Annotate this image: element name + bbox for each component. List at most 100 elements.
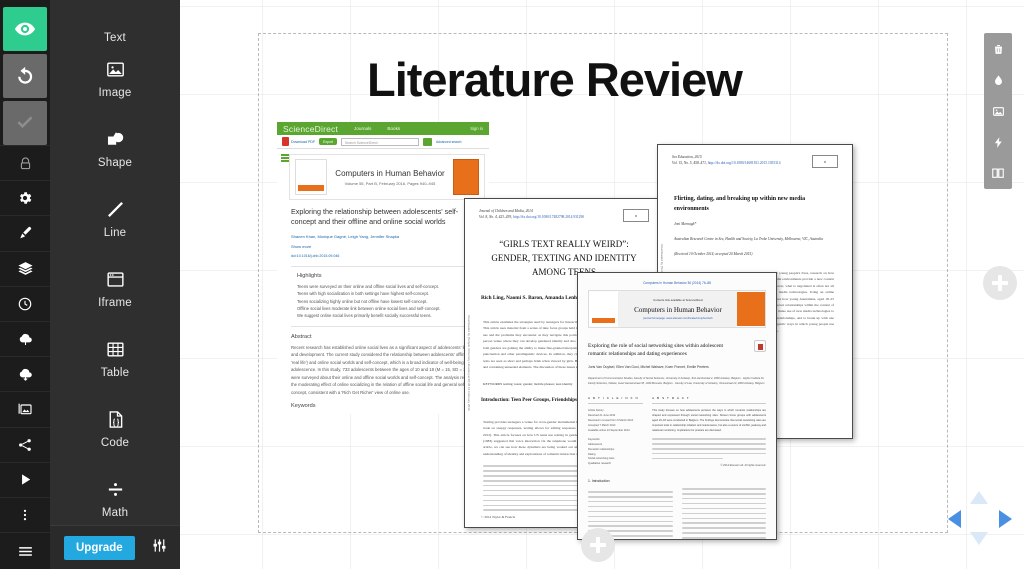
sd-search-input[interactable]: Search ScienceDirect — [340, 137, 419, 146]
line-icon — [107, 202, 123, 217]
droplet-icon — [994, 74, 1002, 85]
nav-right-arrow[interactable] — [999, 510, 1012, 528]
library-button[interactable] — [988, 163, 1008, 183]
sd-article-title: Exploring the relationship between adole… — [291, 207, 459, 227]
panel-settings-button[interactable] — [151, 537, 168, 559]
sd-doi[interactable]: doi:10.1016/j.chb.2015.09.046 — [291, 254, 479, 258]
sd-brand: ScienceDirect — [283, 123, 339, 134]
fd-received: (Received 10 October 2014; accepted 20 M… — [674, 251, 753, 256]
gt-doi-link[interactable]: http://dx.doi.org/10.1080/17482798.2014.… — [513, 215, 584, 219]
slide-frame[interactable]: Literature Review ScienceDirect Journals… — [258, 33, 948, 540]
sd-show-more[interactable]: Show more — [291, 244, 479, 249]
animation-button[interactable] — [988, 132, 1008, 152]
rail-item-history[interactable] — [0, 285, 50, 321]
sd-download-pdf[interactable]: Download PDF — [282, 137, 315, 146]
element-actions-toolbar — [984, 33, 1012, 189]
sd-outline-icon[interactable] — [281, 154, 289, 200]
tool-label-math: Math — [101, 507, 129, 519]
nav-left-arrow[interactable] — [948, 510, 961, 528]
sn-copyright: © 2014 Elsevier Ltd. All rights reserved… — [720, 464, 766, 468]
tool-table[interactable]: Table — [50, 324, 180, 394]
nav-down-arrow[interactable] — [970, 532, 988, 545]
tool-image[interactable]: Image — [50, 44, 180, 114]
rail-item-publish[interactable] — [0, 320, 50, 356]
rail-item-layers[interactable] — [0, 250, 50, 286]
journal-cover-thumb — [737, 292, 765, 326]
fd-author: Joni Meenagh* — [674, 222, 697, 227]
rail-top-group — [0, 0, 50, 145]
search-icon[interactable] — [422, 137, 432, 146]
hamburger-icon — [18, 546, 32, 556]
element-tool-panel: Text Image Shape Line Iframe Table Code … — [50, 0, 180, 569]
replace-image-button[interactable] — [988, 101, 1008, 121]
sn-keywords-block: Keywords: Adolescents Romantic relations… — [588, 438, 615, 466]
sn-authors: Joris Van Ouytsel, Ellen Van Gool, Miche… — [588, 365, 709, 370]
sd-advanced-search[interactable]: Advanced search — [436, 140, 461, 144]
nav-up-arrow[interactable] — [970, 491, 988, 504]
tool-line[interactable]: Line — [50, 184, 180, 254]
clock-icon — [18, 297, 32, 311]
rail-item-brush[interactable] — [0, 215, 50, 250]
slide-navigation-pad — [948, 491, 1012, 545]
sd-abstract-heading: Abstract — [291, 333, 312, 340]
journal-cover-thumb — [453, 159, 479, 195]
sd-keywords-heading: Keywords — [291, 403, 316, 410]
sn-header-note: Computers in Human Behavior 36 (2014) 76… — [643, 281, 711, 285]
sd-toolbar: Download PDF Export Search ScienceDirect… — [277, 135, 489, 149]
rail-item-share[interactable] — [0, 426, 50, 462]
add-slide-below-button[interactable] — [581, 528, 615, 562]
left-icon-rail — [0, 0, 50, 569]
sn-info-heading: A R T I C L E I N F O — [588, 396, 644, 405]
tool-shape[interactable]: Shape — [50, 114, 180, 184]
sd-export-button[interactable]: Export — [319, 138, 337, 145]
sd-nav-journals[interactable]: Journals — [354, 126, 371, 131]
check-icon — [17, 116, 33, 129]
gt-footer: © 2014 Taylor & Francis — [481, 515, 516, 519]
rail-item-settings[interactable] — [0, 180, 50, 215]
add-slide-right-button[interactable] — [983, 266, 1017, 300]
slide-canvas[interactable]: Literature Review ScienceDirect Journals… — [180, 0, 1024, 569]
upgrade-button[interactable]: Upgrade — [64, 535, 135, 560]
slide-title[interactable]: Literature Review — [367, 56, 867, 103]
sn-homepage[interactable]: journal homepage: www.elsevier.com/locat… — [619, 317, 737, 320]
tool-list: Text Image Shape Line Iframe Table Code … — [50, 0, 180, 525]
color-button[interactable] — [988, 70, 1008, 90]
elsevier-logo-icon — [589, 292, 619, 326]
sn-journal-banner: Contents lists available at ScienceDirec… — [588, 290, 766, 328]
sd-download-label: Download PDF — [291, 139, 316, 144]
lightning-icon — [994, 136, 1002, 148]
crossmark-icon — [754, 340, 766, 352]
rail-item-menu[interactable] — [0, 532, 50, 569]
document-sciencedirect[interactable]: ScienceDirect Journals Books Sign in Dow… — [277, 122, 489, 414]
document-social-networking-sites[interactable]: Computers in Human Behavior 36 (2014) 76… — [577, 272, 777, 540]
upload-cloud-icon — [19, 333, 32, 345]
undo-button[interactable] — [3, 54, 47, 98]
trash-icon — [994, 44, 1002, 54]
sd-abstract-text: Recent research has established online s… — [291, 344, 477, 395]
sd-signin[interactable]: Sign in — [470, 126, 483, 131]
tool-label-shape: Shape — [97, 157, 133, 169]
tool-code[interactable]: Code — [50, 394, 180, 464]
delete-element-button[interactable] — [988, 39, 1008, 59]
tool-math[interactable]: Math — [50, 464, 180, 525]
brush-icon — [20, 227, 32, 239]
rail-item-more[interactable] — [0, 496, 50, 532]
tool-text[interactable]: Text — [50, 2, 180, 44]
rail-item-download[interactable] — [0, 356, 50, 391]
fd-doi-link[interactable]: http://dx.doi.org/10.1080/14681811.2015.… — [708, 161, 781, 165]
tool-label-table: Table — [100, 367, 130, 379]
eye-icon — [14, 22, 36, 36]
preview-button[interactable] — [3, 7, 47, 51]
tool-label-image: Image — [98, 87, 132, 99]
tool-label-line: Line — [103, 227, 127, 239]
share-icon — [19, 438, 31, 451]
approve-button[interactable] — [3, 101, 47, 145]
sd-nav-books[interactable]: Books — [387, 126, 400, 131]
tool-iframe[interactable]: Iframe — [50, 254, 180, 324]
rail-item-gallery[interactable] — [0, 391, 50, 426]
elsevier-logo-icon — [295, 159, 327, 195]
rail-item-lock[interactable] — [0, 145, 50, 180]
app-root: Text Image Shape Line Iframe Table Code … — [0, 0, 1024, 569]
sd-highlights: Highlights Teens were surveyed on their … — [291, 265, 479, 327]
rail-item-play[interactable] — [0, 461, 50, 497]
